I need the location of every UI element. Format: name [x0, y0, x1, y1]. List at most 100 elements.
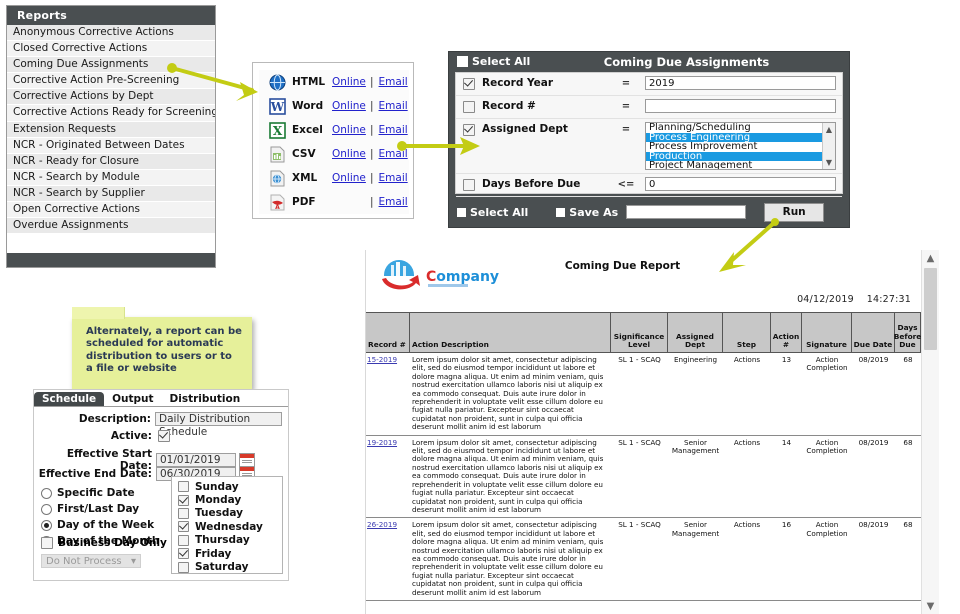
day-row[interactable]: Friday [178, 547, 282, 560]
select-all-bottom-checkbox[interactable] [457, 208, 466, 217]
description-label: Description: [34, 413, 151, 425]
scroll-up-icon[interactable]: ▲ [826, 125, 832, 134]
report-list-item[interactable]: Corrective Actions Ready for Screening [7, 105, 215, 121]
recurrence-radio[interactable] [41, 488, 52, 499]
assigned-dept-listbox[interactable]: Planning/SchedulingProcess EngineeringPr… [645, 122, 836, 170]
report-list-item[interactable]: Open Corrective Actions [7, 202, 215, 218]
listbox-scrollbar[interactable]: ▲▼ [822, 123, 835, 169]
recurrence-radio[interactable] [41, 520, 52, 531]
business-day-only-checkbox[interactable] [41, 537, 53, 549]
export-online-link[interactable]: Online [332, 100, 370, 112]
report-list-item[interactable]: Corrective Action Pre-Screening [7, 73, 215, 89]
report-list-item[interactable]: Closed Corrective Actions [7, 41, 215, 57]
listbox-option[interactable]: Project Management [646, 161, 835, 170]
export-format-row: HTMLOnline| Email [259, 70, 409, 94]
report-scrollbar[interactable]: ▲ ▼ [921, 250, 939, 614]
day-checkbox[interactable] [178, 562, 189, 573]
report-list-item[interactable]: NCR - Search by Supplier [7, 186, 215, 202]
scroll-down-icon[interactable]: ▼ [826, 158, 832, 167]
criteria-checkbox[interactable] [463, 78, 475, 90]
day-label: Thursday [195, 534, 250, 546]
export-email-link[interactable]: Email [379, 76, 408, 88]
export-online-link[interactable]: Online [332, 172, 370, 184]
recurrence-radio[interactable] [41, 504, 52, 515]
day-row[interactable]: Wednesday [178, 520, 282, 533]
save-as-input[interactable] [626, 205, 746, 219]
export-online-link[interactable]: Online [332, 76, 370, 88]
export-email-link[interactable]: Email [379, 196, 408, 208]
export-online-link[interactable]: Online [332, 148, 370, 160]
select-all-bottom[interactable]: Select All [457, 206, 528, 219]
report-column-header: Step [723, 313, 771, 352]
report-list-item[interactable]: Extension Requests [7, 122, 215, 138]
day-checkbox[interactable] [178, 495, 189, 506]
export-email-link[interactable]: Email [379, 124, 408, 136]
day-label: Sunday [195, 481, 239, 493]
report-list-item[interactable]: NCR - Originated Between Dates [7, 138, 215, 154]
export-online-link[interactable]: Online [332, 124, 370, 136]
day-checkbox[interactable] [178, 508, 189, 519]
days-of-week-box: SundayMondayTuesdayWednesdayThursdayFrid… [171, 476, 283, 574]
criteria-checkbox[interactable] [463, 179, 475, 191]
record-link[interactable]: 15-2019 [366, 356, 410, 432]
scroll-down-icon[interactable]: ▼ [922, 598, 939, 614]
criteria-text-input[interactable]: 0 [645, 177, 836, 191]
effective-start-date-input[interactable]: 01/01/2019 [156, 453, 236, 467]
criteria-text-input[interactable]: 2019 [645, 76, 836, 90]
report-list-item[interactable]: NCR - Ready for Closure [7, 154, 215, 170]
reports-panel-title: Reports [7, 6, 215, 25]
schedule-panel: ScheduleOutputDistribution Description: … [33, 389, 289, 581]
report-list-item[interactable]: NCR - Search by Module [7, 170, 215, 186]
export-email-link[interactable]: Email [379, 100, 408, 112]
criteria-text-input[interactable] [645, 99, 836, 113]
export-format-label: CSV [292, 148, 332, 160]
recurrence-option[interactable]: First/Last Day [41, 501, 169, 517]
tab-output[interactable]: Output [104, 392, 161, 407]
save-as-group[interactable]: Save As [556, 205, 746, 219]
day-row[interactable]: Tuesday [178, 507, 282, 520]
description-input[interactable]: Daily Distribution Schedule [155, 412, 282, 426]
record-link[interactable]: 19-2019 [366, 439, 410, 515]
report-time: 14:27:31 [867, 294, 911, 305]
day-checkbox[interactable] [178, 548, 189, 559]
reports-list[interactable]: Anonymous Corrective ActionsClosed Corre… [7, 25, 215, 253]
day-row[interactable]: Sunday [178, 480, 282, 493]
day-checkbox[interactable] [178, 521, 189, 532]
day-row[interactable]: Thursday [178, 534, 282, 547]
recurrence-option[interactable]: Day of the Week [41, 517, 169, 533]
day-checkbox[interactable] [178, 481, 189, 492]
run-button[interactable]: Run [764, 203, 824, 222]
export-email-link[interactable]: Email [379, 148, 408, 160]
report-list-item[interactable]: Coming Due Assignments [7, 57, 215, 73]
link-separator: | [370, 76, 374, 88]
tab-schedule[interactable]: Schedule [34, 392, 104, 407]
day-label: Wednesday [195, 521, 263, 533]
day-row[interactable]: Saturday [178, 560, 282, 573]
schedule-tabs: ScheduleOutputDistribution [34, 390, 248, 407]
recurrence-option[interactable]: Specific Date [41, 485, 169, 501]
signature: Action Completion [802, 356, 852, 432]
record-link[interactable]: 26-2019 [366, 521, 410, 597]
scrollbar-thumb[interactable] [924, 268, 937, 350]
report-list-item[interactable]: Anonymous Corrective Actions [7, 25, 215, 41]
day-label: Monday [195, 494, 241, 506]
scroll-up-icon[interactable]: ▲ [922, 250, 939, 266]
report-list-item[interactable]: Corrective Actions by Dept [7, 89, 215, 105]
business-day-only-row[interactable]: Business Day Only [41, 537, 167, 549]
day-row[interactable]: Monday [178, 493, 282, 506]
export-format-label: HTML [292, 76, 332, 88]
report-title: Coming Due Report [366, 260, 879, 272]
report-column-header: Signature [802, 313, 852, 352]
save-as-checkbox[interactable] [556, 208, 565, 217]
criteria-checkbox[interactable] [463, 101, 475, 113]
report-list-item[interactable]: Overdue Assignments [7, 218, 215, 234]
coming-due-assignments-panel: Select All Coming Due Assignments Record… [448, 51, 850, 228]
export-email-link[interactable]: Email [379, 172, 408, 184]
sticky-note: Alternately, a report can be scheduled f… [72, 317, 252, 389]
day-checkbox[interactable] [178, 535, 189, 546]
chevron-down-icon: ▾ [131, 555, 136, 568]
active-checkbox[interactable] [158, 430, 170, 442]
process-dropdown[interactable]: Do Not Process ▾ [41, 554, 141, 568]
criteria-checkbox[interactable] [463, 124, 475, 136]
tab-distribution[interactable]: Distribution [162, 392, 249, 407]
